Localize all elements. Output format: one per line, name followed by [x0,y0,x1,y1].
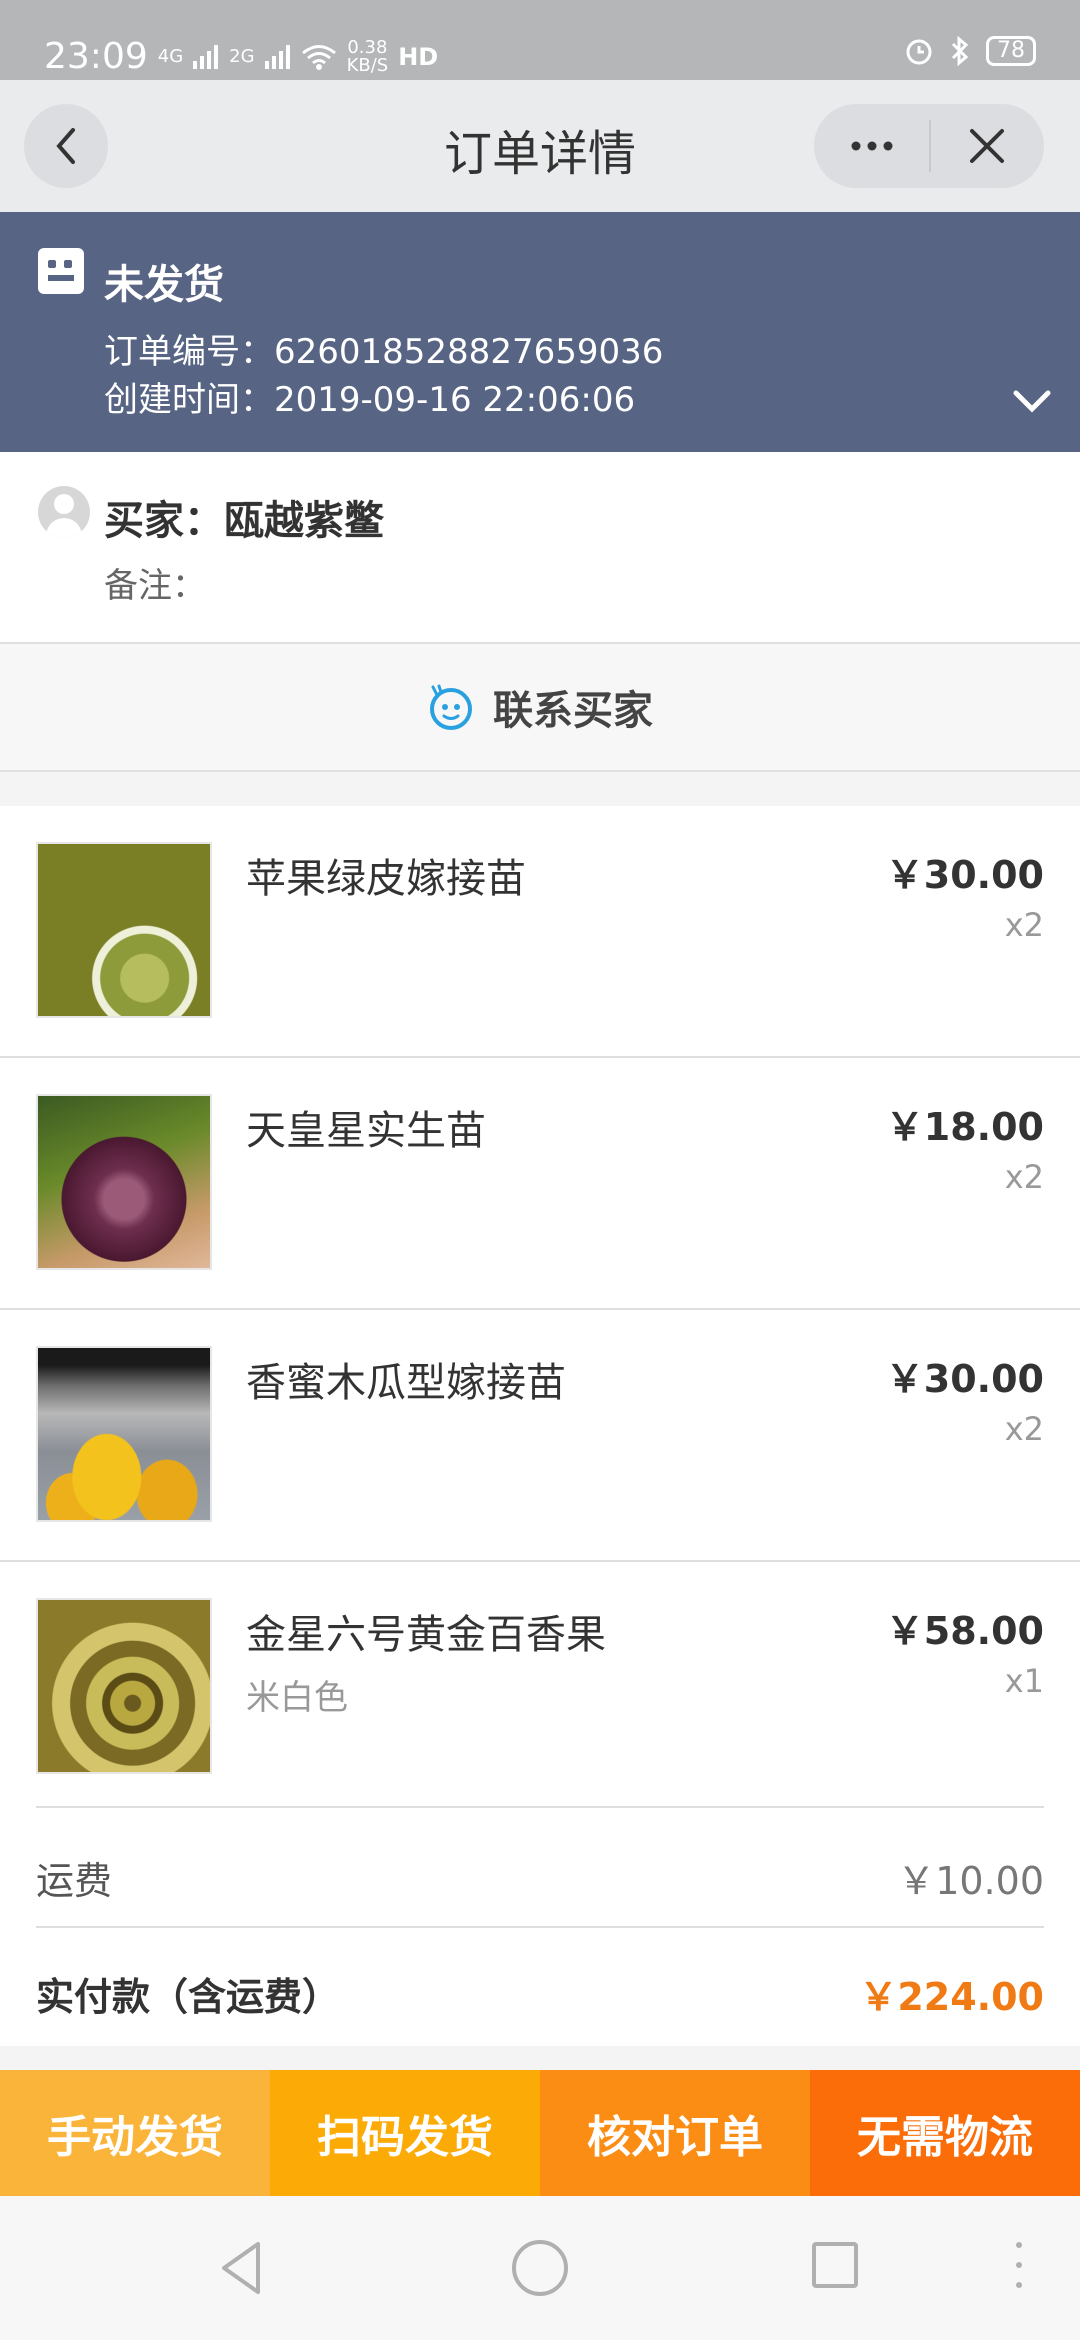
signal-icon [264,44,290,69]
more-button[interactable] [814,104,929,188]
net-speed: 0.38 KB/S [346,36,389,76]
order-status-panel: 未发货 订单编号：626018528827659036 创建时间：2019-09… [0,212,1080,452]
goods-thumbnail [36,1598,212,1774]
chevron-down-icon [1013,390,1051,413]
close-button[interactable] [929,104,1044,188]
battery-indicator: 78 [986,36,1036,66]
goods-thumbnail [36,1094,212,1270]
total-label: 实付款（含运费） [36,1975,341,2019]
more-icon [851,141,892,151]
total-value: ￥224.00 [859,1975,1044,2019]
buyer-name: 买家：瓯越紫鳖 [104,498,384,544]
goods-name: 香蜜木瓜型嫁接苗 [246,1360,566,1406]
contact-buyer-label: 联系买家 [493,688,653,734]
network-4g: 4G [157,45,184,67]
status-bar-left: 23:09 4G 2G 0.38 KB/S HD [44,36,438,77]
order-status-title: 未发货 [104,262,224,308]
hd-indicator: HD [398,42,439,71]
status-bar: 23:09 4G 2G 0.38 KB/S HD 78 [0,0,1080,80]
divider [36,1926,1044,1928]
goods-name: 苹果绿皮嫁接苗 [246,856,526,902]
goods-spec: 米白色 [246,1678,348,1718]
order-number: 订单编号：626018528827659036 [104,332,664,372]
goods-item[interactable]: 金星六号黄金百香果 米白色 ￥58.00 x1 [0,1562,1080,1814]
no-logistics-button[interactable]: 无需物流 [810,2070,1080,2196]
goods-price: ￥30.00 [885,1357,1044,1401]
title-bar: 订单详情 [0,80,1080,212]
wifi-icon [301,44,336,70]
signal-icon [193,44,219,69]
menu-capsule [814,104,1044,188]
action-bar: 手动发货 扫码发货 核对订单 无需物流 [0,2070,1080,2196]
goods-name: 天皇星实生苗 [246,1108,486,1154]
clock: 23:09 [44,36,148,77]
goods-list: 苹果绿皮嫁接苗 ￥30.00 x2 天皇星实生苗 ￥18.00 x2 香蜜木瓜型… [0,806,1080,1814]
status-bar-right: 78 [904,36,1036,66]
order-created-time: 创建时间：2019-09-16 22:06:06 [104,380,636,420]
net-speed-unit: KB/S [346,54,389,76]
verify-order-button[interactable]: 核对订单 [540,2070,810,2196]
nav-more-icon[interactable] [1016,2242,1022,2288]
nav-back-icon[interactable] [218,2240,266,2296]
system-nav-bar [0,2196,1080,2340]
goods-quantity: x1 [1004,1662,1044,1700]
buyer-section: 买家：瓯越紫鳖 备注： [0,452,1080,642]
bluetooth-icon [951,36,969,66]
goods-item[interactable]: 天皇星实生苗 ￥18.00 x2 [0,1058,1080,1310]
capsule-divider [929,120,931,172]
alarm-icon [906,39,932,65]
expand-button[interactable] [1012,388,1052,418]
scan-ship-button[interactable]: 扫码发货 [270,2070,540,2196]
goods-price: ￥30.00 [885,853,1044,897]
buyer-remark: 备注： [104,566,206,606]
network-2g: 2G [229,45,255,67]
avatar [38,486,90,538]
goods-price: ￥18.00 [885,1105,1044,1149]
payment-summary: 运费 ￥10.00 实付款（含运费） ￥224.00 [0,1806,1080,2046]
freight-value: ￥10.00 [897,1859,1044,1903]
goods-quantity: x2 [1004,1410,1044,1448]
divider [36,1806,1044,1808]
goods-thumbnail [36,1346,212,1522]
goods-item[interactable]: 苹果绿皮嫁接苗 ￥30.00 x2 [0,806,1080,1058]
net-speed-value: 0.38 [347,36,388,58]
chat-bot-icon [430,684,472,730]
nav-home-icon[interactable] [512,2240,568,2296]
goods-item[interactable]: 香蜜木瓜型嫁接苗 ￥30.00 x2 [0,1310,1080,1562]
nav-recent-apps-icon[interactable] [812,2242,858,2288]
goods-thumbnail [36,842,212,1018]
manual-ship-button[interactable]: 手动发货 [0,2070,270,2196]
goods-quantity: x2 [1004,906,1044,944]
contact-buyer-button[interactable]: 联系买家 [0,642,1080,772]
freight-label: 运费 [36,1859,113,1903]
goods-name: 金星六号黄金百香果 [246,1612,606,1658]
goods-quantity: x2 [1004,1158,1044,1196]
goods-price: ￥58.00 [885,1609,1044,1653]
close-icon [969,129,1004,163]
order-icon [38,248,84,294]
